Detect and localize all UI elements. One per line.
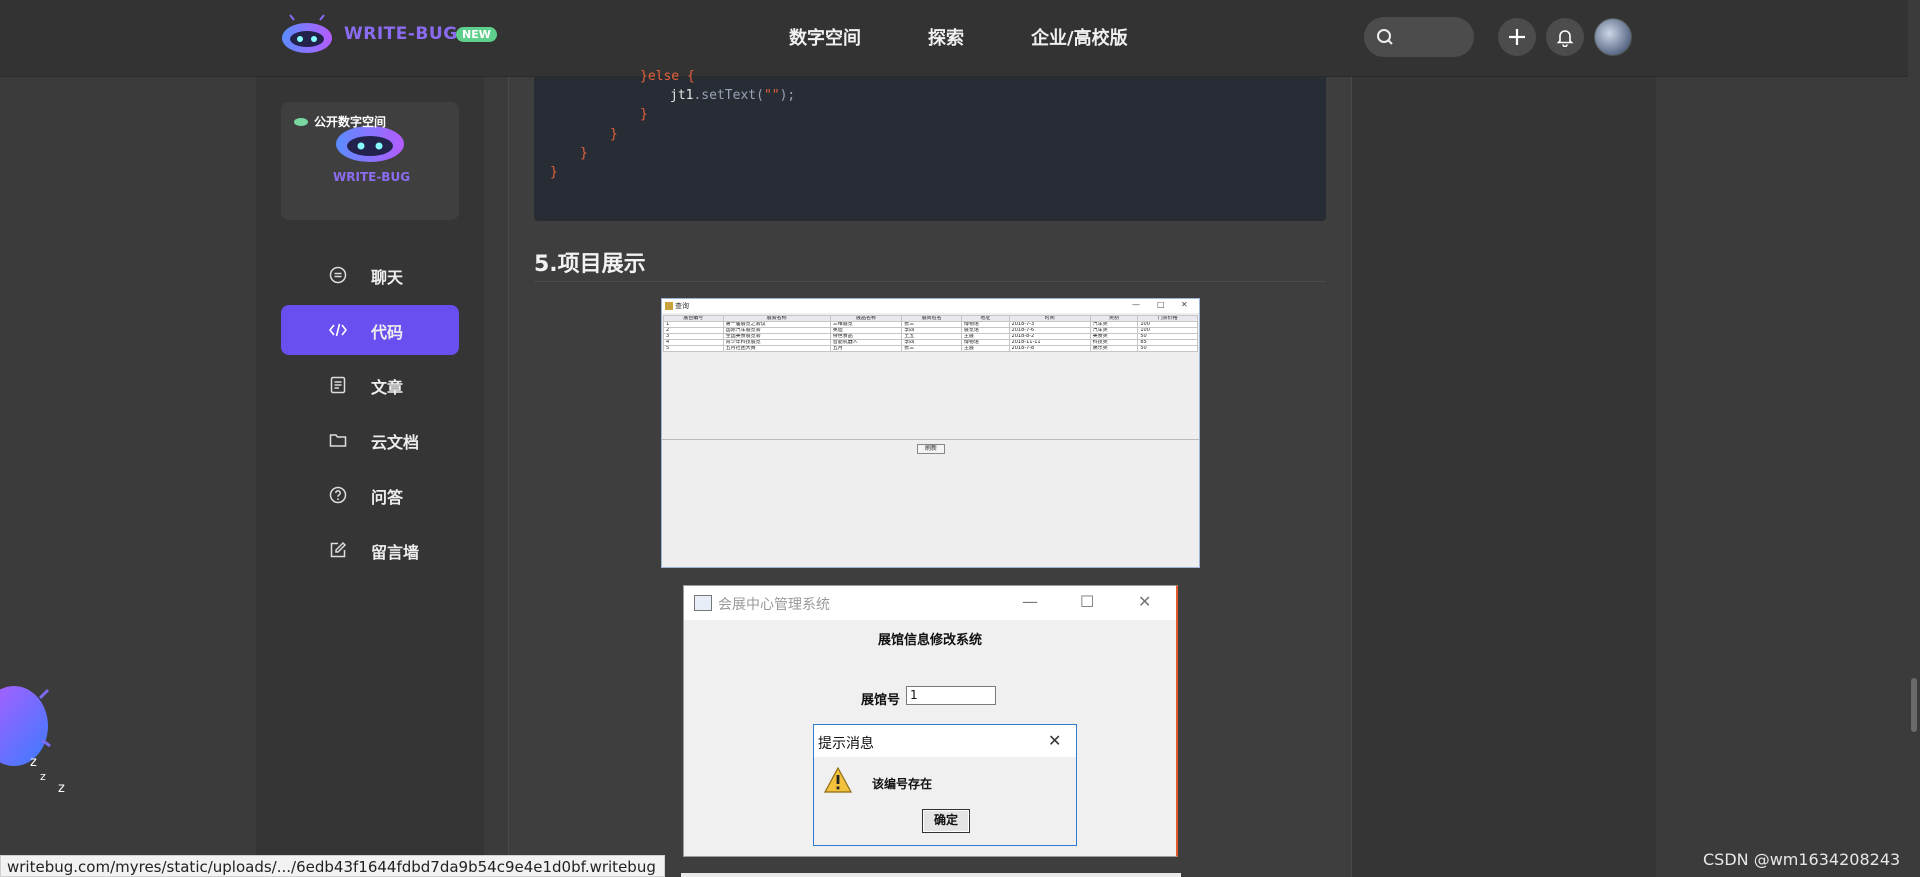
right-panel [1352, 77, 1656, 877]
sidebar-item-label: 留言墙 [371, 543, 420, 562]
sidebar-item-label: 文章 [371, 378, 404, 397]
close-icon: ✕ [1138, 592, 1152, 611]
window-title: 查询 [675, 302, 689, 310]
query-window-screenshot: 查询 — □ ✕ 展台编号 展会名称 展品名称 展商姓名 地址 时间 类别 门票… [661, 298, 1200, 568]
search-input[interactable] [1364, 17, 1474, 57]
warning-icon [824, 767, 852, 793]
form-subtitle: 展馆信息修改系统 [878, 633, 983, 648]
code-line: }else { [640, 69, 695, 84]
plus-icon [1509, 29, 1525, 45]
brand-name[interactable]: WRITE-BUG [344, 24, 458, 44]
refresh-button: 刷新 [917, 444, 945, 454]
sidebar-item-code[interactable]: 代码 [281, 305, 459, 355]
close-icon: ✕ [1181, 300, 1188, 309]
chat-icon [329, 266, 347, 284]
code-line: jt1.setText(""); [670, 88, 796, 103]
dialog-titlebar: 提示消息 ✕ [814, 725, 1076, 757]
scrollbar-thumb[interactable] [1911, 678, 1917, 732]
window-titlebar: 会展中心管理系统 — ☐ ✕ [684, 586, 1176, 620]
svg-text:z: z [58, 781, 65, 796]
table-cell: 张三 [901, 345, 962, 352]
link-status-bar: writebug.com/myres/static/uploads/.../6e… [0, 855, 665, 877]
table-cell: 2018-7-8 [1008, 345, 1091, 352]
svg-text:z: z [30, 755, 37, 770]
dialog-title: 提示消息 [818, 736, 874, 752]
nav-enterprise[interactable]: 企业/高校版 [1031, 24, 1128, 50]
sidebar-item-message-wall[interactable]: 留言墙 [281, 525, 459, 575]
hall-number-field: 1 [906, 686, 996, 705]
ok-button: 确定 [922, 809, 970, 833]
maximize-icon: ☐ [1080, 592, 1095, 611]
top-navigation-bar: WRITE-BUG NEW 数字空间 探索 企业/高校版 [0, 0, 1920, 77]
window-title: 会展中心管理系统 [718, 597, 830, 613]
code-block: }else { jt1.setText(""); } } } } [534, 69, 1326, 221]
java-app-icon [694, 595, 712, 611]
nav-digital-space[interactable]: 数字空间 [789, 24, 861, 50]
hall-number-label: 展馆号 [861, 693, 901, 708]
notification-button[interactable] [1546, 18, 1584, 56]
user-avatar[interactable] [1594, 18, 1632, 56]
dialog-message: 该编号存在 [872, 777, 933, 791]
svg-text:z: z [40, 770, 46, 783]
sidebar-item-label: 代码 [371, 323, 404, 342]
add-button[interactable] [1498, 18, 1536, 56]
sidebar-item-article[interactable]: 文章 [281, 360, 459, 410]
article-icon [330, 376, 346, 394]
exhibition-table: 展台编号 展会名称 展品名称 展商姓名 地址 时间 类别 门票价格 1 第一届展览… [663, 315, 1198, 352]
question-icon [329, 486, 347, 504]
message-dialog-screenshot: 提示消息 ✕ 该编号存在 确定 [813, 724, 1077, 846]
close-icon: ✕ [1048, 731, 1062, 750]
space-brand: WRITE-BUG [333, 170, 411, 184]
window-titlebar: 查询 — □ ✕ [662, 299, 1199, 313]
folder-icon [329, 434, 347, 447]
new-badge: NEW [456, 27, 497, 42]
java-app-icon [665, 302, 673, 310]
heading-divider [534, 281, 1326, 282]
table-row: 5 五月社团大赛 五月 张三 主展 2018-7-8 娱乐类 50 [663, 345, 1198, 352]
code-line: } [580, 146, 588, 161]
public-space-tag: 公开数字空间 [314, 115, 387, 129]
writebug-logo-icon[interactable] [280, 14, 334, 54]
code-icon [329, 323, 347, 337]
page-scrollbar[interactable] [1908, 0, 1920, 877]
sidebar-item-chat[interactable]: 聊天 [281, 250, 459, 300]
sidebar-item-label: 聊天 [371, 268, 404, 287]
csdn-watermark: CSDN @wm1634208243 [1703, 850, 1901, 869]
code-line: } [610, 127, 618, 142]
section-heading: 5.项目展示 [534, 252, 646, 277]
table-cell: 50 [1137, 345, 1198, 352]
table-cell: 娱乐类 [1089, 345, 1139, 352]
minimize-icon: — [1132, 300, 1140, 309]
nav-explore[interactable]: 探索 [928, 24, 964, 50]
table-cell: 主展 [960, 345, 1010, 352]
mascot-icon[interactable]: z z z [0, 668, 80, 798]
edit-icon [330, 541, 347, 558]
sidebar-item-label: 问答 [371, 488, 404, 507]
table-cell: 5 [663, 345, 724, 352]
code-line: } [550, 165, 558, 180]
code-line: } [640, 107, 648, 122]
panel-divider [662, 439, 1199, 440]
next-screenshot-edge [681, 873, 1181, 877]
sidebar-item-cloud-docs[interactable]: 云文档 [281, 415, 459, 465]
table-cell: 五月 [829, 345, 903, 352]
search-icon [1377, 29, 1393, 45]
bell-icon [1556, 30, 1574, 47]
maximize-icon: □ [1157, 300, 1165, 309]
table-cell: 五月社团大赛 [722, 345, 831, 352]
minimize-icon: — [1022, 592, 1038, 611]
robot-tag-icon [294, 118, 308, 126]
sidebar-item-qa[interactable]: 问答 [281, 470, 459, 520]
sidebar-item-label: 云文档 [371, 433, 420, 452]
